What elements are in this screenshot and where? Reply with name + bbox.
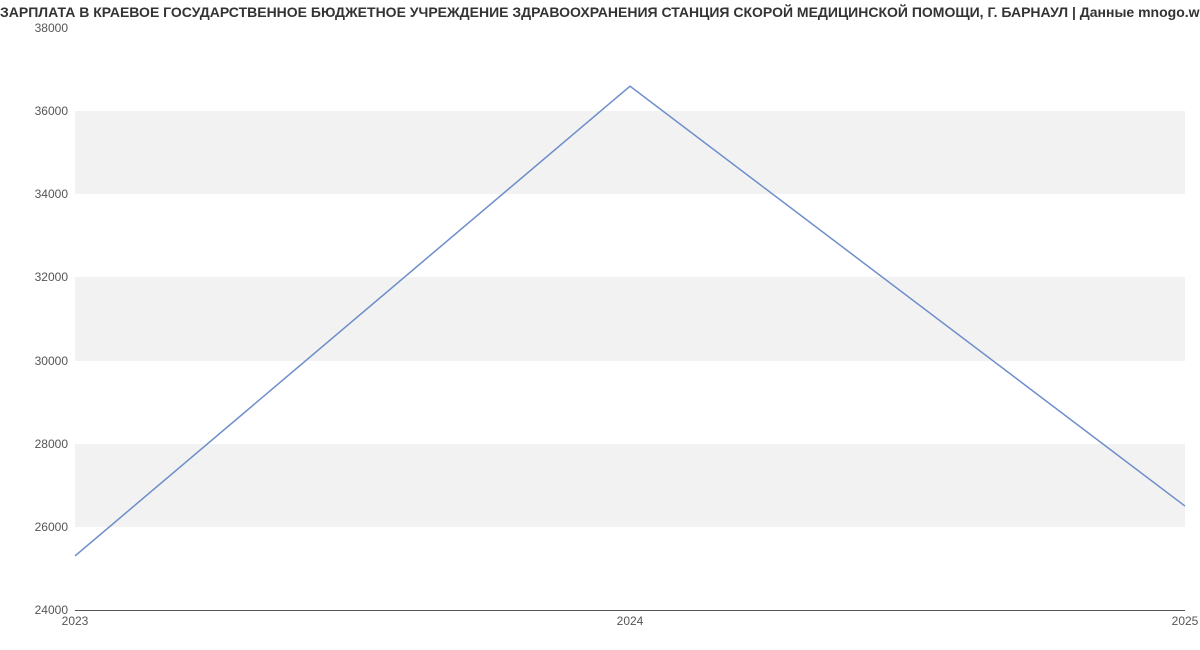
y-tick-label: 32000: [8, 270, 68, 284]
y-tick-label: 28000: [8, 437, 68, 451]
chart-container: ЗАРПЛАТА В КРАЕВОЕ ГОСУДАРСТВЕННОЕ БЮДЖЕ…: [0, 0, 1200, 650]
chart-title: ЗАРПЛАТА В КРАЕВОЕ ГОСУДАРСТВЕННОЕ БЮДЖЕ…: [0, 4, 1200, 20]
y-tick-label: 26000: [8, 520, 68, 534]
y-tick-label: 36000: [8, 104, 68, 118]
x-tick-label: 2025: [1172, 614, 1199, 628]
data-line: [75, 86, 1185, 556]
x-tick-label: 2023: [62, 614, 89, 628]
y-tick-label: 30000: [8, 354, 68, 368]
x-tick-label: 2024: [617, 614, 644, 628]
y-tick-label: 34000: [8, 187, 68, 201]
line-series: [75, 28, 1185, 610]
y-tick-label: 24000: [8, 603, 68, 617]
y-tick-label: 38000: [8, 21, 68, 35]
plot-area: [75, 28, 1185, 611]
